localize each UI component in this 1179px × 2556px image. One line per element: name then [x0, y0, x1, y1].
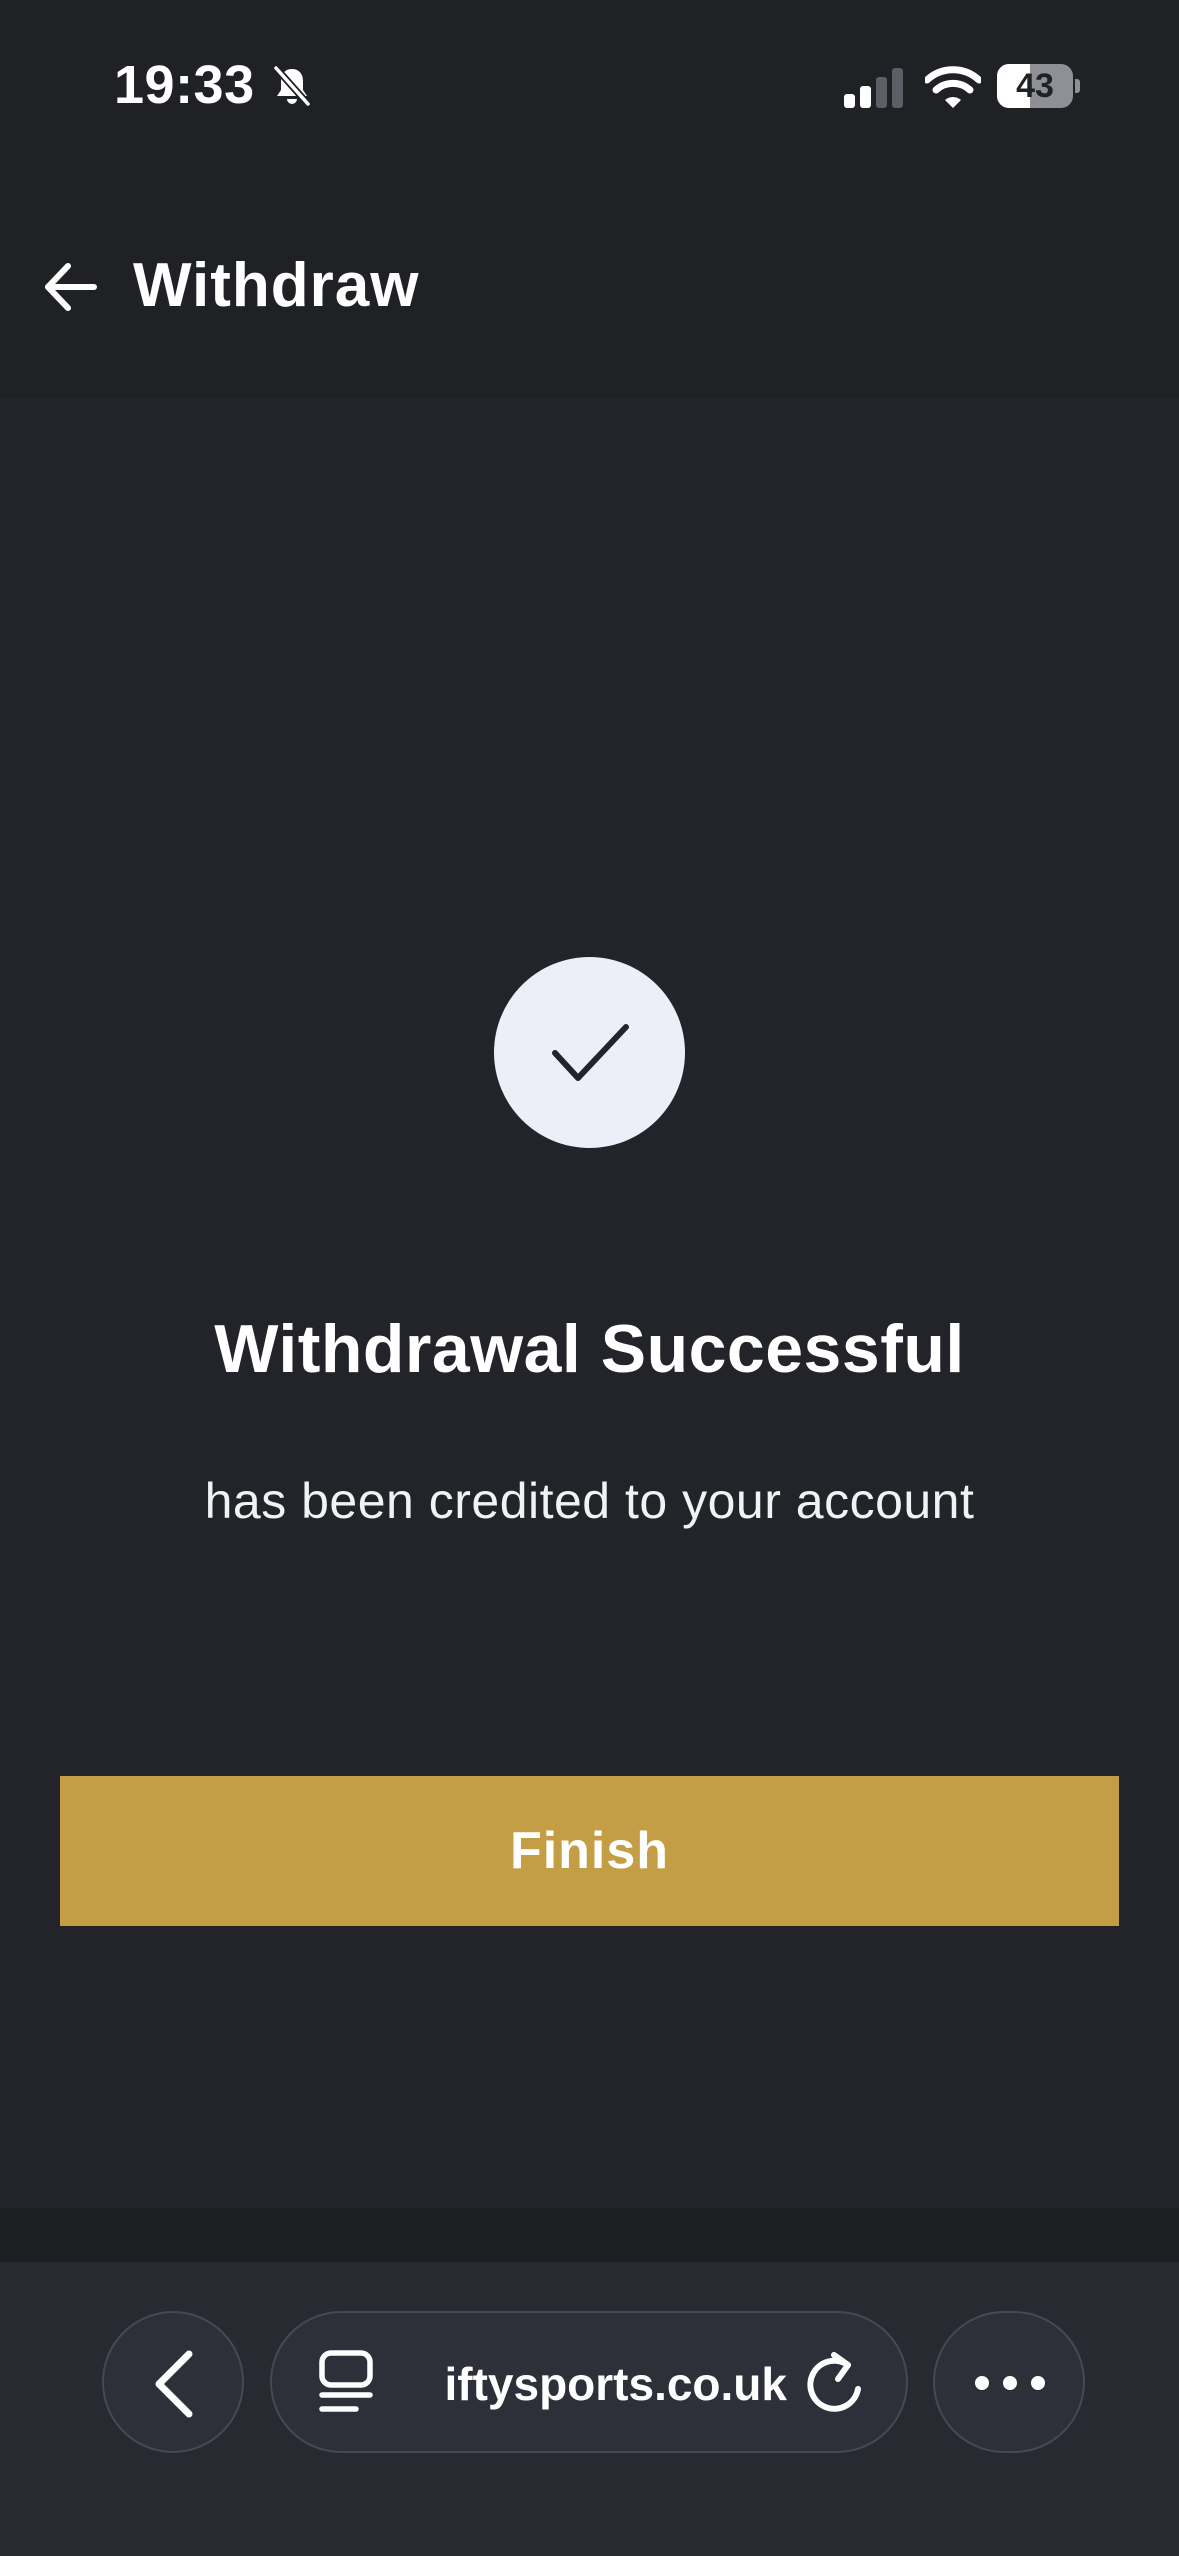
- finish-button[interactable]: Finish: [60, 1776, 1119, 1926]
- battery-level: 43: [1016, 67, 1054, 105]
- success-subtitle: has been credited to your account: [204, 1473, 975, 1529]
- more-options-button[interactable]: [933, 2311, 1085, 2453]
- wifi-icon: [925, 66, 981, 108]
- battery-body: 43: [997, 64, 1073, 108]
- tabs-icon[interactable]: [316, 2349, 376, 2415]
- battery-indicator: 43: [997, 64, 1081, 108]
- address-bar[interactable]: iftysports.co.uk: [270, 2311, 908, 2453]
- success-badge: [494, 957, 685, 1148]
- chevron-left-icon: [155, 2350, 193, 2418]
- reload-icon[interactable]: [802, 2351, 866, 2417]
- withdraw-success-screen: 19:33 43 Withdraw Withdrawal Successful …: [0, 0, 1179, 2556]
- page-title: Withdraw: [133, 251, 420, 320]
- url-text[interactable]: iftysports.co.uk: [407, 2351, 787, 2417]
- cellular-signal-icon: [844, 68, 903, 108]
- success-title: Withdrawal Successful: [214, 1311, 965, 1387]
- browser-back-button[interactable]: [102, 2311, 244, 2453]
- status-time: 19:33: [114, 55, 255, 115]
- bottom-divider: [0, 2208, 1179, 2264]
- more-dots-icon: [975, 2376, 1045, 2390]
- bell-muted-icon: [272, 64, 312, 108]
- battery-cap: [1075, 79, 1080, 93]
- checkmark-icon: [552, 1024, 629, 1081]
- arrow-left-icon[interactable]: [40, 256, 102, 318]
